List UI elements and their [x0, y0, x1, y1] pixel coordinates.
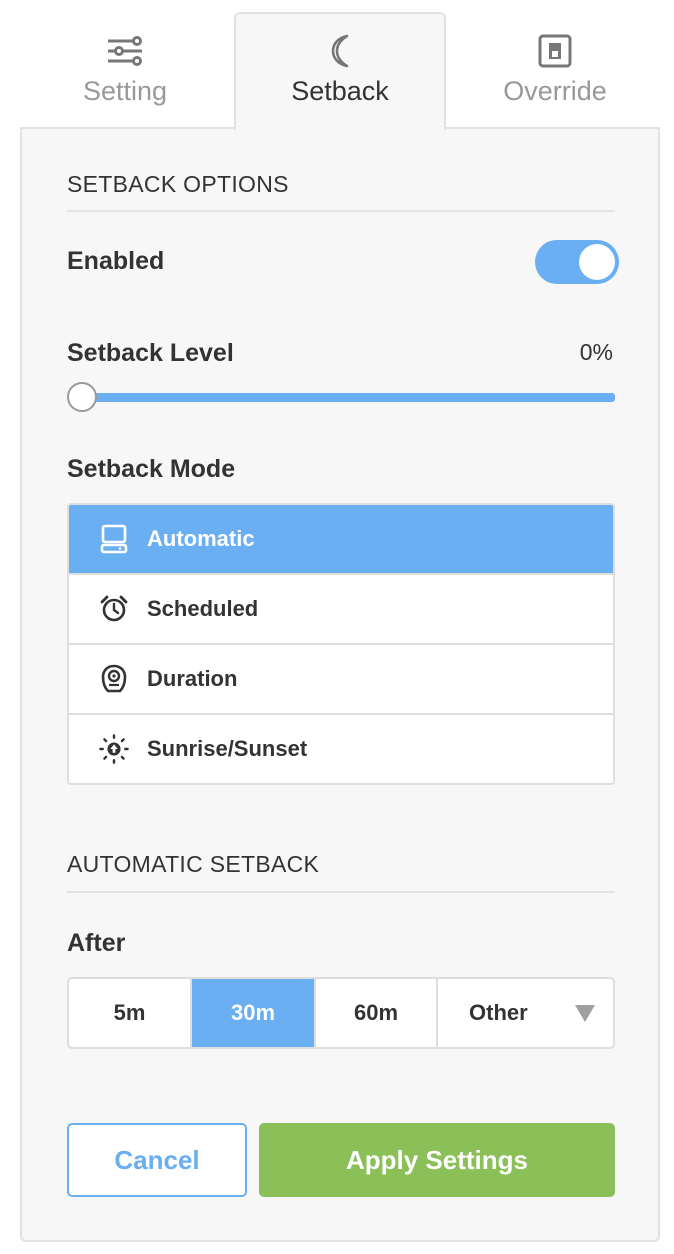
after-5m-button[interactable]: 5m: [69, 979, 190, 1047]
mode-label: Scheduled: [147, 596, 259, 621]
mode-automatic[interactable]: Automatic: [69, 505, 613, 573]
apply-settings-button[interactable]: Apply Settings: [259, 1123, 615, 1197]
setback-mode-label: Setback Mode: [67, 455, 236, 483]
setback-level-slider[interactable]: [67, 382, 615, 412]
after-button-group: 5m 30m 60m Other: [67, 977, 615, 1049]
tab-label: Setback: [291, 76, 389, 106]
after-60m-button[interactable]: 60m: [314, 979, 436, 1047]
after-30m-button[interactable]: 30m: [190, 979, 314, 1047]
enabled-toggle[interactable]: [535, 240, 619, 284]
setback-panel: SETBACK OPTIONS Enabled Setback Level 0%…: [20, 127, 660, 1242]
tab-override[interactable]: Override: [450, 12, 660, 128]
setback-options-title: SETBACK OPTIONS: [67, 171, 289, 197]
toggle-knob: [579, 244, 615, 280]
after-other-dropdown[interactable]: Other: [436, 979, 613, 1047]
mode-duration[interactable]: Duration: [69, 643, 613, 713]
mode-sunrise-sunset[interactable]: Sunrise/Sunset: [69, 713, 613, 783]
tab-label: Setting: [82, 76, 168, 106]
setback-mode-list: Automatic Scheduled Duration Sunrise/Sun…: [67, 503, 615, 785]
other-label: Other: [469, 1000, 528, 1025]
mode-label: Duration: [147, 666, 238, 691]
setback-level-value: 0%: [579, 339, 613, 365]
cancel-button[interactable]: Cancel: [67, 1123, 247, 1197]
alarm-clock-icon: [99, 594, 129, 624]
enabled-label: Enabled: [67, 247, 165, 275]
computer-icon: [99, 524, 129, 554]
slider-thumb[interactable]: [67, 382, 97, 412]
mode-label: Sunrise/Sunset: [147, 736, 308, 761]
tab-setting[interactable]: Setting: [20, 12, 230, 128]
tab-setback[interactable]: Setback: [234, 12, 446, 130]
caret-down-icon: [575, 1005, 595, 1022]
sliders-icon: [107, 34, 143, 68]
sunrise-icon: [99, 734, 129, 764]
mode-scheduled[interactable]: Scheduled: [69, 573, 613, 643]
switch-icon: [538, 34, 572, 68]
divider: [67, 891, 615, 893]
after-label: After: [67, 929, 126, 957]
mode-label: Automatic: [147, 526, 255, 551]
automatic-setback-title: AUTOMATIC SETBACK: [67, 851, 320, 877]
moon-icon: [327, 34, 353, 68]
divider: [67, 210, 615, 212]
tab-label: Override: [503, 76, 607, 106]
tab-bar: Setting Setback Override: [20, 12, 660, 130]
slider-track: [77, 393, 615, 402]
setback-level-label: Setback Level: [67, 339, 234, 367]
sensor-icon: [99, 664, 129, 694]
